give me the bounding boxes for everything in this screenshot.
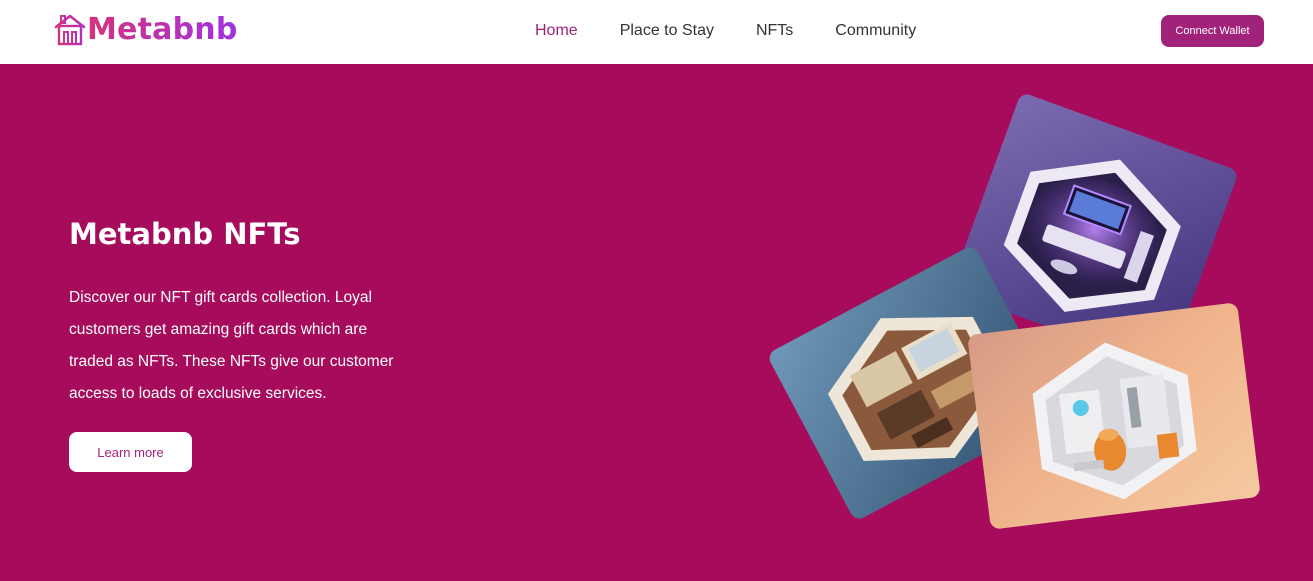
nav-link-nfts[interactable]: NFTs [756,20,793,42]
logo[interactable]: Metabnb [53,12,238,48]
logo-text: Metabnb [87,12,238,47]
orange-room-nft-card[interactable] [967,302,1261,530]
hero-title: Metabnb NFTs [69,217,301,251]
learn-more-button[interactable]: Learn more [69,432,192,472]
nav-link-place-to-stay[interactable]: Place to Stay [620,20,714,42]
hero-description: Discover our NFT gift cards collection. … [69,289,394,402]
orange-room-illustration [967,302,1261,530]
nav-links: Home Place to Stay NFTs Community [535,20,916,42]
house-icon [54,14,86,46]
nav-link-community[interactable]: Community [835,20,916,42]
nav-link-home[interactable]: Home [535,20,578,42]
navbar: Metabnb Home Place to Stay NFTs Communit… [0,0,1313,64]
connect-wallet-button[interactable]: Connect Wallet [1161,15,1264,47]
